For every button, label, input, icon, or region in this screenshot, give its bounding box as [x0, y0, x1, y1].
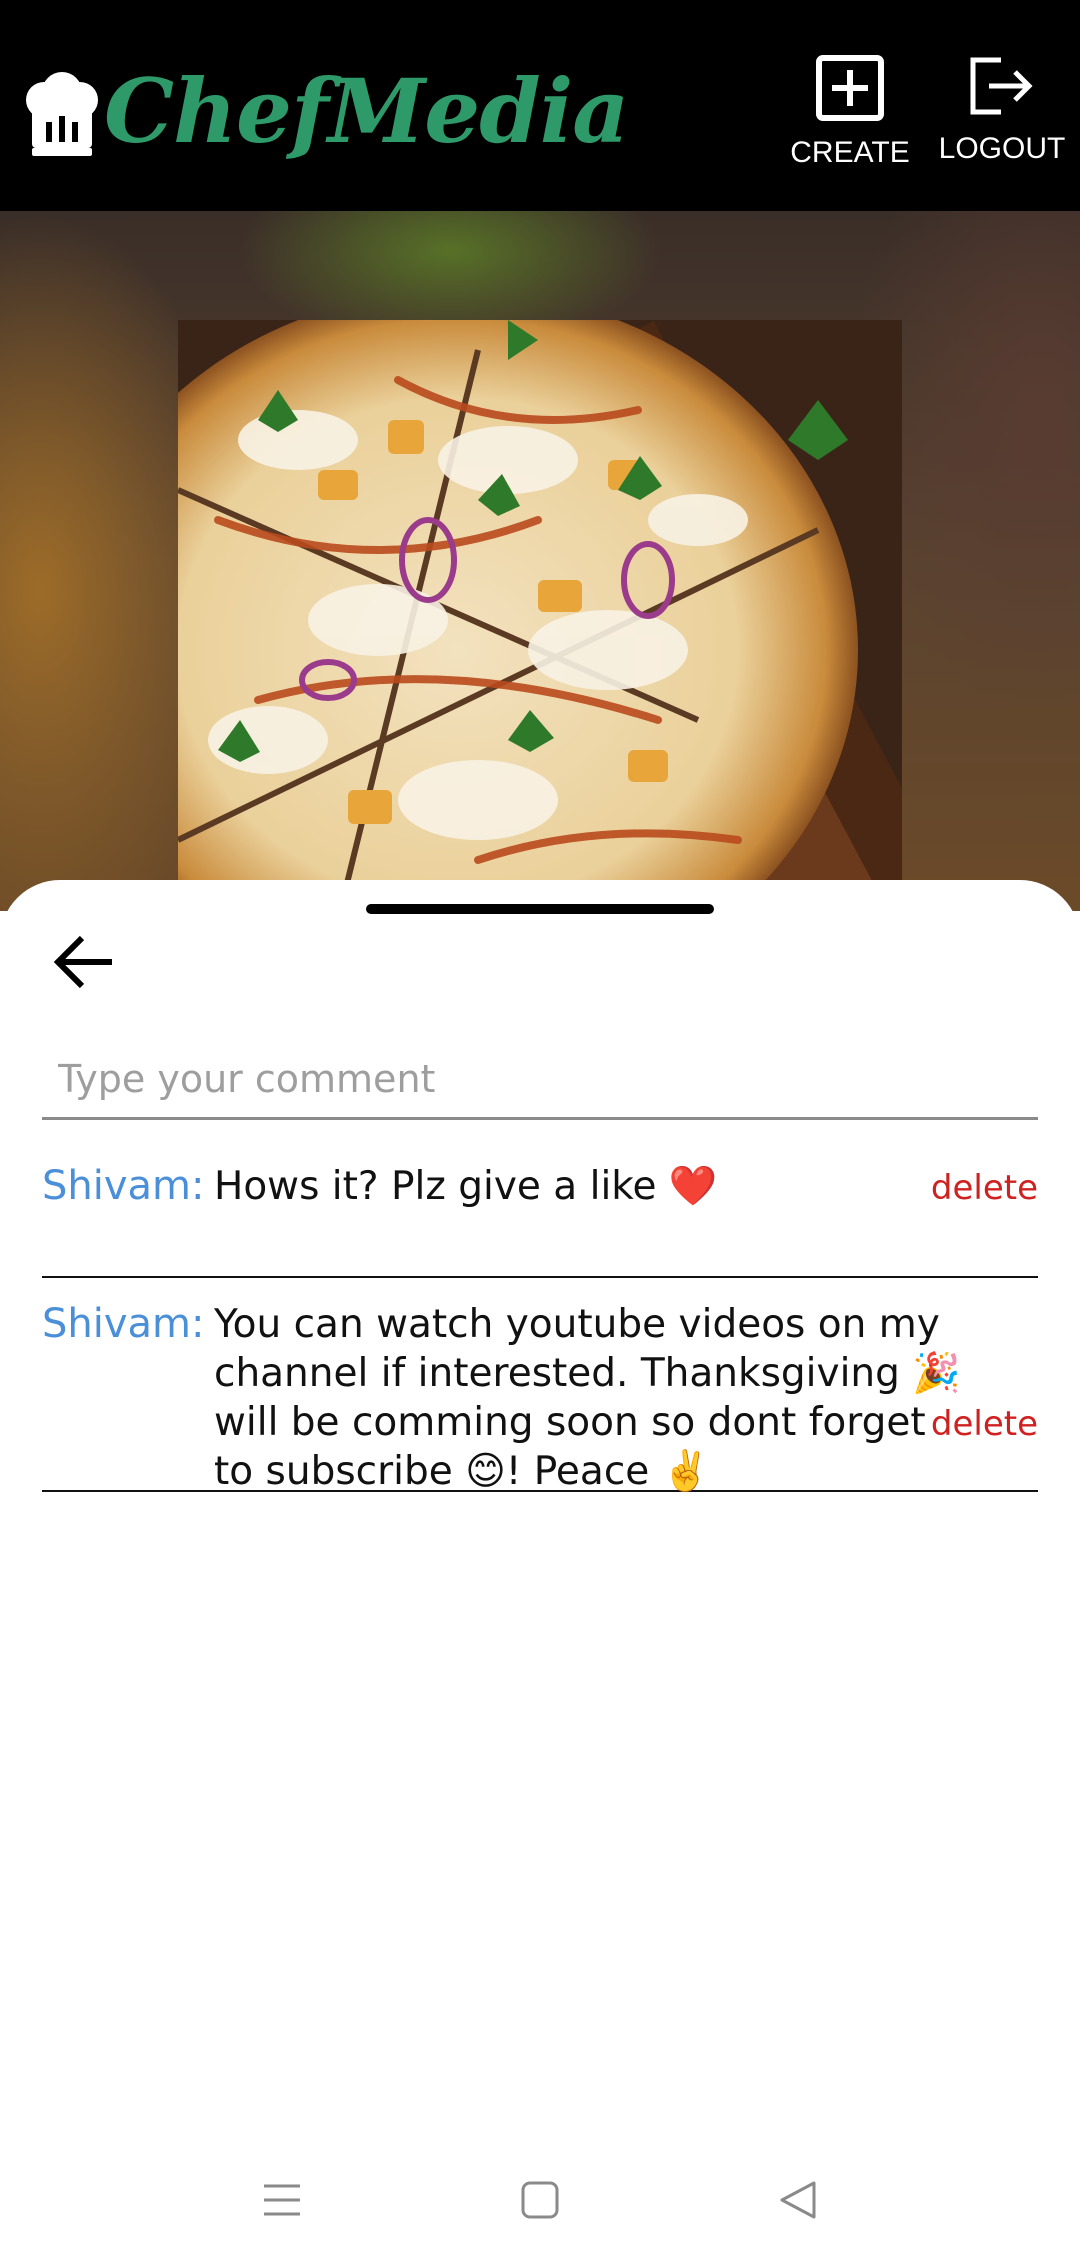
comment-author[interactable]: Shivam:: [42, 1300, 204, 1349]
create-button[interactable]: CREATE: [790, 54, 910, 184]
comment-author[interactable]: Shivam:: [42, 1162, 204, 1211]
create-label: CREATE: [790, 136, 910, 169]
top-header: ChefMedia CREATE LOGOUT: [0, 0, 1080, 211]
logout-button[interactable]: LOGOUT: [936, 54, 1068, 184]
sheet-drag-handle[interactable]: [366, 904, 714, 914]
back-triangle-icon[interactable]: [778, 2180, 818, 2220]
home-square-icon[interactable]: [520, 2180, 560, 2220]
comment-input[interactable]: [42, 1040, 1038, 1120]
app-screen: ChefMedia CREATE LOGOUT Type your commen…: [0, 0, 1080, 2261]
logout-icon: [970, 57, 1033, 115]
chef-hat-icon: [26, 72, 98, 156]
comment-text: Hows it? Plz give a like ❤️: [214, 1164, 718, 1209]
post-image[interactable]: [178, 320, 902, 920]
delete-comment-button[interactable]: delete: [931, 1168, 1038, 1208]
comment-item: Shivam: Hows it? Plz give a like ❤️ dele…: [42, 1162, 1038, 1278]
arrow-left-icon[interactable]: [48, 926, 120, 998]
delete-comment-button[interactable]: delete: [931, 1404, 1038, 1444]
comment-item: Shivam: You can watch youtube videos on …: [42, 1300, 1038, 1494]
menu-icon[interactable]: [262, 2180, 302, 2220]
comment-text: You can watch youtube videos on my chann…: [214, 1302, 961, 1494]
logout-label: LOGOUT: [938, 132, 1066, 165]
comments-sheet: Shivam: Hows it? Plz give a like ❤️ dele…: [0, 880, 1080, 2261]
plus-square-icon: [816, 55, 884, 121]
brand-logo-text[interactable]: ChefMedia: [104, 56, 629, 166]
system-nav-bar: [0, 2150, 1080, 2261]
